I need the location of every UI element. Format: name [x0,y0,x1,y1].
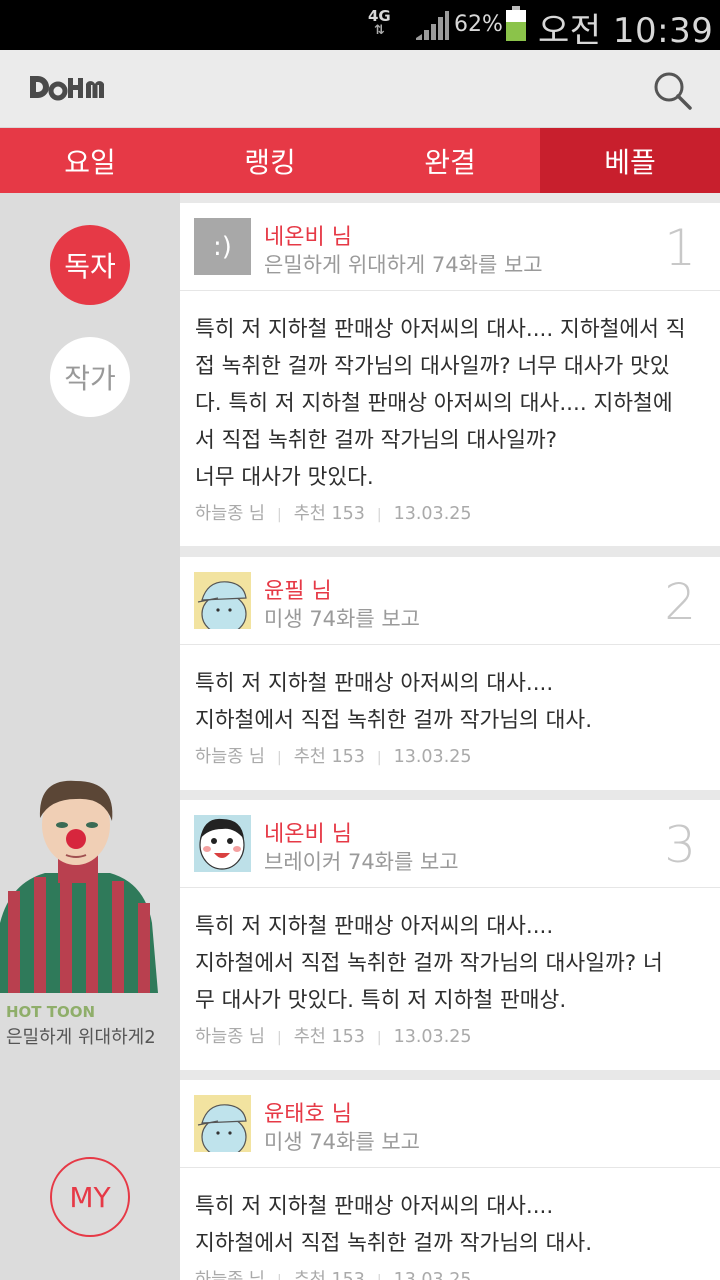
avatar[interactable] [194,1095,251,1152]
comment-text: 특히 저 지하철 판매상 아저씨의 대사.... 지하철에서 직접 녹취한 걸까 … [195,671,593,733]
recommend-count: 153 [331,504,365,524]
daum-logo[interactable] [28,72,108,104]
comment-text: 특히 저 지하철 판매상 아저씨의 대사.... 지하철에서 직접 녹취한 걸까 … [195,914,663,1013]
hot-toon-character-image[interactable] [0,773,160,993]
comment-text: 특히 저 지하철 판매상 아저씨의 대사.... 지하철에서 직접 녹취한 걸까 … [195,1194,593,1256]
comment-date: 13.03.25 [393,747,472,767]
comment-card[interactable]: 윤태호 님 미생 74화를 보고 특히 저 지하철 판매상 아저씨의 대사...… [180,1080,720,1280]
comment-card[interactable]: 윤필 님 미생 74화를 보고 2 특히 저 지하철 판매상 아저씨의 대사..… [180,557,720,790]
avatar[interactable] [194,572,251,629]
episode-reference[interactable]: 은밀하게 위대하게 74화를 보고 [264,249,543,279]
recommend-count: 153 [331,1270,365,1280]
rank-number: 3 [664,816,696,874]
recommend-label: 추천 [293,1027,326,1047]
recommend-label: 추천 [293,504,326,524]
comment-card-header: 윤태호 님 미생 74화를 보고 [180,1080,720,1168]
tab-bar: 요일 랭킹 완결 베플 [0,128,720,193]
comment-card[interactable]: :) 네온비 님 은밀하게 위대하게 74화를 보고 1 특히 저 지하철 판매… [180,203,720,546]
tab-completed[interactable]: 완결 [360,128,540,193]
battery-icon [506,6,526,41]
comment-author: 하늘종 님 [195,1027,265,1047]
tab-ranking[interactable]: 랭킹 [180,128,360,193]
comment-meta: 하늘종 님|추천 153|13.03.25 [195,1027,472,1047]
commenter-nickname[interactable]: 네온비 님 [264,219,352,251]
network-indicator: 4G ⇅ [368,8,391,38]
episode-reference[interactable]: 미생 74화를 보고 [264,603,420,633]
signal-icon [416,11,449,40]
clock: 오전 10:39 [538,11,714,51]
tab-weekday[interactable]: 요일 [0,128,180,193]
commenter-nickname[interactable]: 윤태호 님 [264,1096,352,1128]
comment-card-header: :) 네온비 님 은밀하게 위대하게 74화를 보고 1 [180,203,720,291]
comment-card-header: 네온비 님 브레이커 74화를 보고 3 [180,800,720,888]
reader-filter-button[interactable]: 독자 [50,225,130,305]
comment-date: 13.03.25 [393,504,472,524]
my-button[interactable]: MY [50,1157,130,1237]
commenter-nickname[interactable]: 네온비 님 [264,816,352,848]
recommend-label: 추천 [293,1270,326,1280]
rank-number: 2 [664,573,696,631]
avatar[interactable] [194,815,251,872]
commenter-nickname[interactable]: 윤필 님 [264,573,332,605]
comment-card-header: 윤필 님 미생 74화를 보고 2 [180,557,720,645]
recommend-count: 153 [331,747,365,767]
episode-reference[interactable]: 미생 74화를 보고 [264,1126,420,1156]
comment-author: 하늘종 님 [195,504,265,524]
recommend-count: 153 [331,1027,365,1047]
author-filter-button[interactable]: 작가 [50,337,130,417]
comment-author: 하늘종 님 [195,1270,265,1280]
status-bar: 4G ⇅ 62% 오전 10:39 [0,0,720,51]
recommend-label: 추천 [293,747,326,767]
data-arrows-icon: ⇅ [373,23,385,38]
comment-text: 특히 저 지하철 판매상 아저씨의 대사.... 지하철에서 직접 녹취한 걸까… [195,317,686,490]
search-icon[interactable] [650,68,694,112]
app-header [0,50,720,128]
hot-toon-title[interactable]: 은밀하게 위대하게2 [6,1023,156,1049]
comment-author: 하늘종 님 [195,747,265,767]
rank-number: 1 [664,219,696,277]
hot-toon-label: HOT TOON [6,1003,96,1021]
comment-meta: 하늘종 님|추천 153|13.03.25 [195,504,472,524]
comment-meta: 하늘종 님|추천 153|13.03.25 [195,747,472,767]
comment-date: 13.03.25 [393,1027,472,1047]
avatar[interactable]: :) [194,218,251,275]
comment-meta: 하늘종 님|추천 153|13.03.25 [180,1262,720,1280]
battery-percent: 62% [454,12,503,37]
episode-reference[interactable]: 브레이커 74화를 보고 [264,846,459,876]
comment-date: 13.03.25 [393,1270,472,1280]
sidebar: 독자 작가 HOT TOON 은밀하게 위대하게2 MY [0,193,180,1280]
comment-card[interactable]: 네온비 님 브레이커 74화를 보고 3 특히 저 지하철 판매상 아저씨의 대… [180,800,720,1070]
tab-best-comments[interactable]: 베플 [540,128,720,193]
